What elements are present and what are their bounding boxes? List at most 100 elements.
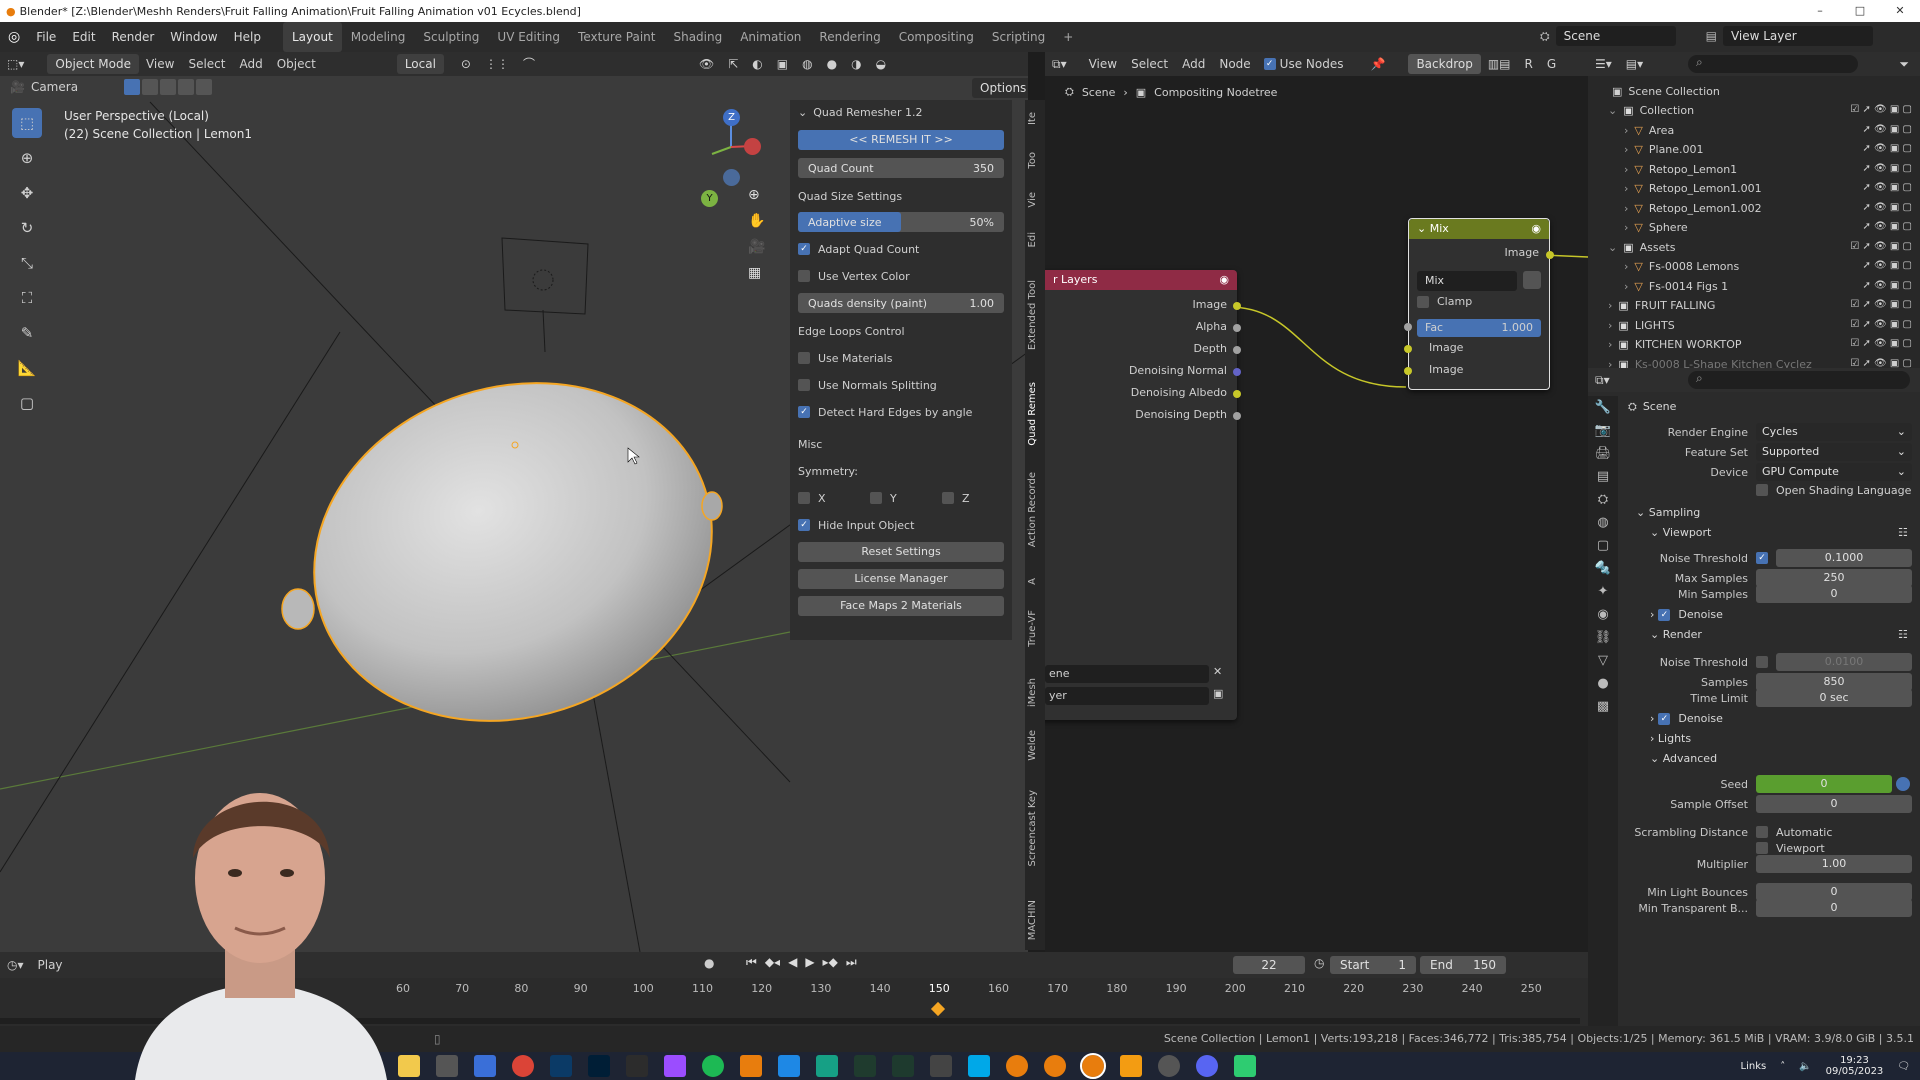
substance-icon[interactable]: [740, 1055, 762, 1077]
expand-chevron-icon[interactable]: ›: [1624, 260, 1628, 273]
lightroom-icon[interactable]: [550, 1055, 572, 1077]
render-layers-header[interactable]: r Layers ◉: [1045, 270, 1237, 290]
expand-chevron-icon[interactable]: ›: [1608, 358, 1612, 369]
outliner-item[interactable]: › ▣ LIGHTS ☑ ➚ 👁 ▣ ▢: [1588, 316, 1920, 335]
sidebar-tab-welder[interactable]: Welde: [1027, 730, 1043, 761]
transform-icon[interactable]: ⛶: [12, 283, 42, 313]
outliner-item[interactable]: › ▽ Retopo_Lemon1.002 ➚ 👁 ▣ ▢: [1588, 199, 1920, 218]
clock[interactable]: 19:23 09/05/2023: [1826, 1055, 1884, 1077]
start-frame-field[interactable]: Start 1: [1330, 956, 1416, 974]
detect-hard-edges-checkbox[interactable]: ✓: [798, 406, 810, 418]
socket-depth[interactable]: [1233, 346, 1241, 354]
mix-alpha-icon[interactable]: [1523, 271, 1541, 289]
outliner-item[interactable]: › ▣ FRUIT FALLING ☑ ➚ 👁 ▣ ▢: [1588, 296, 1920, 315]
use-normals-splitting-checkbox[interactable]: [798, 379, 810, 391]
visibility-toggles[interactable]: ➚ 👁 ▣ ▢: [1862, 202, 1912, 213]
viewport-subsection[interactable]: ⌄ Viewport: [1650, 526, 1711, 539]
next-keyframe-icon[interactable]: ▸◆: [823, 955, 838, 970]
sidebar-tab-a[interactable]: A: [1027, 578, 1043, 585]
speaker-icon[interactable]: 🔈: [1799, 1061, 1811, 1072]
transform-orientation-selector[interactable]: Local: [396, 54, 444, 74]
tab-uv-editing[interactable]: UV Editing: [488, 22, 569, 52]
viewport-menu-object[interactable]: Object: [270, 53, 323, 75]
scale-icon[interactable]: ⤡: [12, 248, 42, 278]
camera-selector[interactable]: Camera: [31, 80, 78, 94]
rl-layer-field[interactable]: yer: [1045, 687, 1209, 705]
add-workspace-button[interactable]: +: [1054, 22, 1082, 52]
scrambling-viewport-checkbox[interactable]: [1756, 842, 1768, 854]
shading-wire-icon[interactable]: ◍: [795, 53, 819, 75]
material-tab-icon[interactable]: ●: [1597, 676, 1608, 691]
vp-denoise-subsection[interactable]: › ✓ Denoise: [1650, 608, 1723, 621]
minimize-button[interactable]: –: [1800, 0, 1840, 22]
select-intersect-icon[interactable]: [196, 79, 213, 95]
visibility-toggles[interactable]: ➚ 👁 ▣ ▢: [1862, 182, 1912, 193]
view-layer-tab-icon[interactable]: ▤: [1597, 469, 1609, 484]
expand-chevron-icon[interactable]: ›: [1624, 182, 1628, 195]
fac-slider[interactable]: Fac 1.000: [1417, 319, 1541, 337]
vp-denoise-checkbox[interactable]: ✓: [1658, 608, 1671, 621]
blender-icon-a[interactable]: [1006, 1055, 1028, 1077]
mix-socket-out[interactable]: [1546, 251, 1554, 259]
display-mode-icon[interactable]: ▤▾: [1619, 53, 1650, 75]
spotify-icon[interactable]: [702, 1055, 724, 1077]
symmetry-z-checkbox[interactable]: [942, 492, 954, 504]
use-vertex-color-checkbox[interactable]: [798, 270, 810, 282]
visibility-toggles[interactable]: ➚ 👁 ▣ ▢: [1862, 260, 1912, 271]
outliner-item[interactable]: › ▽ Sphere ➚ 👁 ▣ ▢: [1588, 218, 1920, 237]
sample-offset-field[interactable]: 0: [1756, 795, 1912, 813]
node-editor[interactable]: ⧉▾ View Select Add Node ✓ Use Nodes 📌 Ba…: [1045, 52, 1588, 952]
pan-hand-icon[interactable]: ✋: [748, 213, 765, 229]
visibility-icon[interactable]: 👁: [692, 53, 721, 75]
presets-icon[interactable]: ☷: [1898, 526, 1908, 539]
options-dropdown[interactable]: Options: [972, 78, 1028, 98]
outliner-item[interactable]: › ▣ Ks-0008 L-Shape Kitchen Cyclez ☑ ➚ 👁 ▣ …: [1588, 355, 1920, 369]
face-maps-button[interactable]: Face Maps 2 Materials: [798, 596, 1004, 616]
hide-input-checkbox[interactable]: ✓: [798, 519, 810, 531]
gizmo-y-button[interactable]: Y: [701, 190, 718, 207]
discord-icon[interactable]: [1196, 1055, 1218, 1077]
adapt-quad-count-checkbox[interactable]: ✓: [798, 243, 810, 255]
vlc-icon[interactable]: [1120, 1055, 1142, 1077]
jump-end-icon[interactable]: ⏭: [846, 955, 857, 970]
select-mode-group[interactable]: [124, 79, 213, 95]
r-time-limit-field[interactable]: 0 sec: [1756, 689, 1912, 707]
r-denoise-subsection[interactable]: › ✓ Denoise: [1650, 712, 1723, 725]
outliner-item[interactable]: › ▽ Area ➚ 👁 ▣ ▢: [1588, 121, 1920, 140]
remesh-button[interactable]: << REMESH IT >>: [798, 130, 1004, 150]
viewport-menu-view[interactable]: View: [139, 53, 181, 75]
visibility-toggles[interactable]: ☑ ➚ 👁 ▣ ▢: [1850, 358, 1912, 369]
license-manager-button[interactable]: License Manager: [798, 569, 1004, 589]
clamp-checkbox[interactable]: [1417, 295, 1429, 308]
feature-set-dropdown[interactable]: Supported ⌄: [1756, 443, 1912, 461]
render-layers-node[interactable]: r Layers ◉ Image Alpha Depth Denoising N…: [1045, 270, 1241, 720]
menu-window[interactable]: Window: [162, 22, 225, 52]
visibility-toggles[interactable]: ☑ ➚ 👁 ▣ ▢: [1850, 104, 1912, 115]
cloud-icon[interactable]: [968, 1055, 990, 1077]
symmetry-x-checkbox[interactable]: [798, 492, 810, 504]
mode-selector[interactable]: Object Mode: [47, 54, 139, 74]
outliner[interactable]: ☰▾ ▤▾ ⌕ ⏷ ▣ Scene Collection ⌄ ▣ Collection…: [1588, 52, 1920, 368]
menu-file[interactable]: File: [28, 22, 64, 52]
sidebar-tab-true-vf[interactable]: True-VF: [1027, 610, 1043, 647]
prev-keyframe-icon[interactable]: ◆◂: [765, 955, 780, 970]
menu-render[interactable]: Render: [104, 22, 163, 52]
sidebar-tab-action-recorder[interactable]: Action Recorde: [1027, 472, 1043, 547]
visibility-toggles[interactable]: ➚ 👁 ▣ ▢: [1862, 280, 1912, 291]
sidebar-tab-imesh[interactable]: iMesh: [1027, 678, 1043, 707]
visibility-toggles[interactable]: ☑ ➚ 👁 ▣ ▢: [1850, 241, 1912, 252]
tab-texture-paint[interactable]: Texture Paint: [569, 22, 664, 52]
socket-image[interactable]: [1233, 302, 1241, 310]
outliner-item[interactable]: › ▽ Fs-0014 Figs 1 ➚ 👁 ▣ ▢: [1588, 277, 1920, 296]
scrambling-automatic-checkbox[interactable]: [1756, 826, 1768, 838]
sidebar-tab-machin3[interactable]: MACHIN: [1027, 900, 1043, 940]
current-frame-field[interactable]: 22: [1233, 956, 1305, 974]
lights-subsection[interactable]: › Lights: [1650, 732, 1691, 745]
outliner-item[interactable]: ⌄ ▣ Collection ☑ ➚ 👁 ▣ ▢: [1588, 101, 1920, 120]
multiplier-field[interactable]: 1.00: [1756, 855, 1912, 873]
timeline-type-icon[interactable]: ◷▾: [0, 954, 31, 976]
outliner-item[interactable]: › ▽ Plane.001 ➚ 👁 ▣ ▢: [1588, 140, 1920, 159]
sidebar-tab-view[interactable]: Vie: [1027, 192, 1043, 208]
render-tab-icon[interactable]: 📷: [1595, 423, 1611, 438]
blender-icon-active[interactable]: [1080, 1053, 1106, 1079]
